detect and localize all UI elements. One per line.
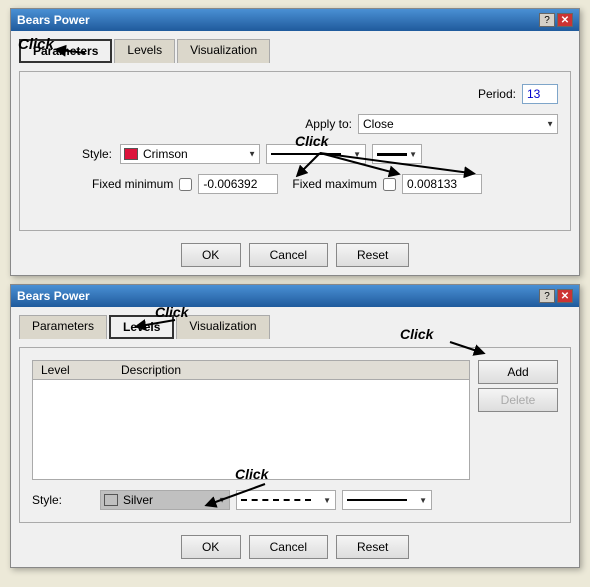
cancel-button-2[interactable]: Cancel bbox=[249, 535, 328, 559]
title-text-2: Bears Power bbox=[17, 289, 90, 303]
apply-to-select[interactable]: Close bbox=[358, 114, 558, 134]
help-button-1[interactable]: ? bbox=[539, 13, 555, 27]
fixed-max-input[interactable] bbox=[402, 174, 482, 194]
line-width-preview-1 bbox=[377, 153, 407, 156]
fixed-min-label: Fixed minimum bbox=[92, 177, 173, 191]
dialog-body-2: Parameters Levels Visualization Level De… bbox=[11, 307, 579, 567]
style-controls-1: Crimson bbox=[120, 144, 422, 164]
col-level-header: Level bbox=[33, 361, 113, 380]
fixed-max-checkbox[interactable] bbox=[383, 178, 396, 191]
line-style-select-2[interactable] bbox=[236, 490, 336, 510]
period-row: Period: bbox=[32, 84, 558, 104]
style-row-2: Style: Silver bbox=[32, 490, 470, 510]
fixed-max-label: Fixed maximum bbox=[292, 177, 377, 191]
tab-parameters-2[interactable]: Parameters bbox=[19, 315, 107, 339]
dialog-body-1: Parameters Levels Visualization Period: … bbox=[11, 31, 579, 275]
tab-levels-2[interactable]: Levels bbox=[109, 315, 174, 339]
delete-button[interactable]: Delete bbox=[478, 388, 558, 412]
fixed-minmax-row: Fixed minimum Fixed maximum bbox=[92, 174, 558, 194]
dashed-line-preview bbox=[241, 499, 311, 501]
reset-button-2[interactable]: Reset bbox=[336, 535, 409, 559]
tab-visualization-1[interactable]: Visualization bbox=[177, 39, 270, 63]
style-label-1: Style: bbox=[32, 147, 112, 161]
line-width-select-1[interactable] bbox=[372, 144, 422, 164]
style-label-2: Style: bbox=[32, 493, 92, 507]
line-width-preview-2 bbox=[347, 499, 407, 501]
button-row-2: OK Cancel Reset bbox=[19, 535, 571, 559]
line-preview-1 bbox=[271, 153, 341, 155]
tab-bar-1: Parameters Levels Visualization bbox=[19, 39, 571, 63]
ok-button-2[interactable]: OK bbox=[181, 535, 241, 559]
color-select-1[interactable]: Crimson bbox=[120, 144, 260, 164]
levels-right-panel: Add Delete bbox=[478, 360, 558, 510]
tab-bar-2: Parameters Levels Visualization bbox=[19, 315, 571, 339]
parameters-content: Period: Apply to: Close Style: bbox=[19, 71, 571, 231]
fixed-min-input[interactable] bbox=[198, 174, 278, 194]
levels-layout: Level Description Style: bbox=[32, 360, 558, 510]
title-buttons-1: ? ✕ bbox=[539, 13, 573, 27]
title-bar-1: Bears Power ? ✕ bbox=[11, 9, 579, 31]
levels-content: Level Description Style: bbox=[19, 347, 571, 523]
period-label: Period: bbox=[478, 87, 516, 101]
reset-button-1[interactable]: Reset bbox=[336, 243, 409, 267]
fixed-min-checkbox[interactable] bbox=[179, 178, 192, 191]
apply-to-label: Apply to: bbox=[305, 117, 352, 131]
close-button-1[interactable]: ✕ bbox=[557, 13, 573, 27]
ok-button-1[interactable]: OK bbox=[181, 243, 241, 267]
levels-table: Level Description bbox=[33, 361, 469, 380]
col-description-header: Description bbox=[113, 361, 469, 380]
color-select-2[interactable]: Silver bbox=[100, 490, 230, 510]
color-select-wrapper-1[interactable]: Crimson bbox=[120, 144, 260, 164]
button-row-1: OK Cancel Reset bbox=[19, 243, 571, 267]
levels-table-wrapper: Level Description bbox=[32, 360, 470, 480]
style-controls-2: Silver bbox=[100, 490, 432, 510]
add-button[interactable]: Add bbox=[478, 360, 558, 384]
line-width-select-2[interactable] bbox=[342, 490, 432, 510]
apply-to-select-wrapper[interactable]: Close bbox=[358, 114, 558, 134]
title-buttons-2: ? ✕ bbox=[539, 289, 573, 303]
title-bar-2: Bears Power ? ✕ bbox=[11, 285, 579, 307]
apply-to-row: Apply to: Close bbox=[32, 114, 558, 134]
line-style-select-1[interactable] bbox=[266, 144, 366, 164]
help-button-2[interactable]: ? bbox=[539, 289, 555, 303]
cancel-button-1[interactable]: Cancel bbox=[249, 243, 328, 267]
levels-left-panel: Level Description Style: bbox=[32, 360, 470, 510]
color-select-wrapper-2[interactable]: Silver bbox=[100, 490, 230, 510]
title-text-1: Bears Power bbox=[17, 13, 90, 27]
tab-levels-1[interactable]: Levels bbox=[114, 39, 175, 63]
style-row-1: Style: Crimson bbox=[32, 144, 558, 164]
tab-parameters-1[interactable]: Parameters bbox=[19, 39, 112, 63]
tab-visualization-2[interactable]: Visualization bbox=[176, 315, 269, 339]
period-input[interactable] bbox=[522, 84, 558, 104]
close-button-2[interactable]: ✕ bbox=[557, 289, 573, 303]
